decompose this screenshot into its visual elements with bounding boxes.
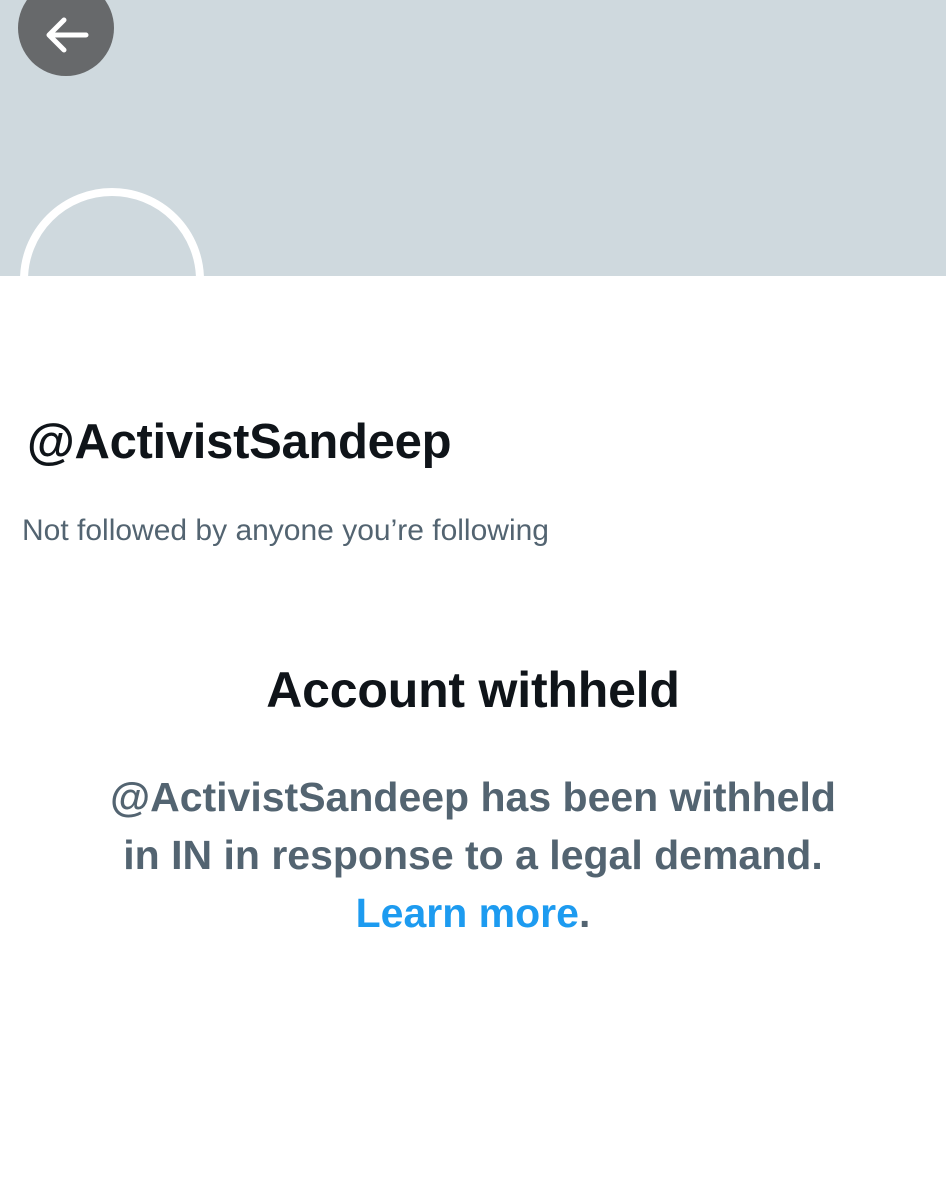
profile-banner — [0, 0, 946, 276]
arrow-left-icon — [46, 17, 89, 53]
withheld-message-period: . — [578, 890, 591, 936]
follow-note: Not followed by anyone you’re following — [22, 514, 549, 547]
withheld-message-line1: @ActivistSandeep has been withheld — [110, 774, 836, 820]
learn-more-link[interactable]: Learn more — [356, 890, 579, 936]
withheld-message-line2: in IN in response to a legal demand. — [123, 832, 823, 878]
withheld-message: @ActivistSandeep has been withheld in IN… — [40, 768, 906, 942]
withheld-title: Account withheld — [266, 662, 680, 718]
profile-handle: @ActivistSandeep — [27, 415, 452, 469]
